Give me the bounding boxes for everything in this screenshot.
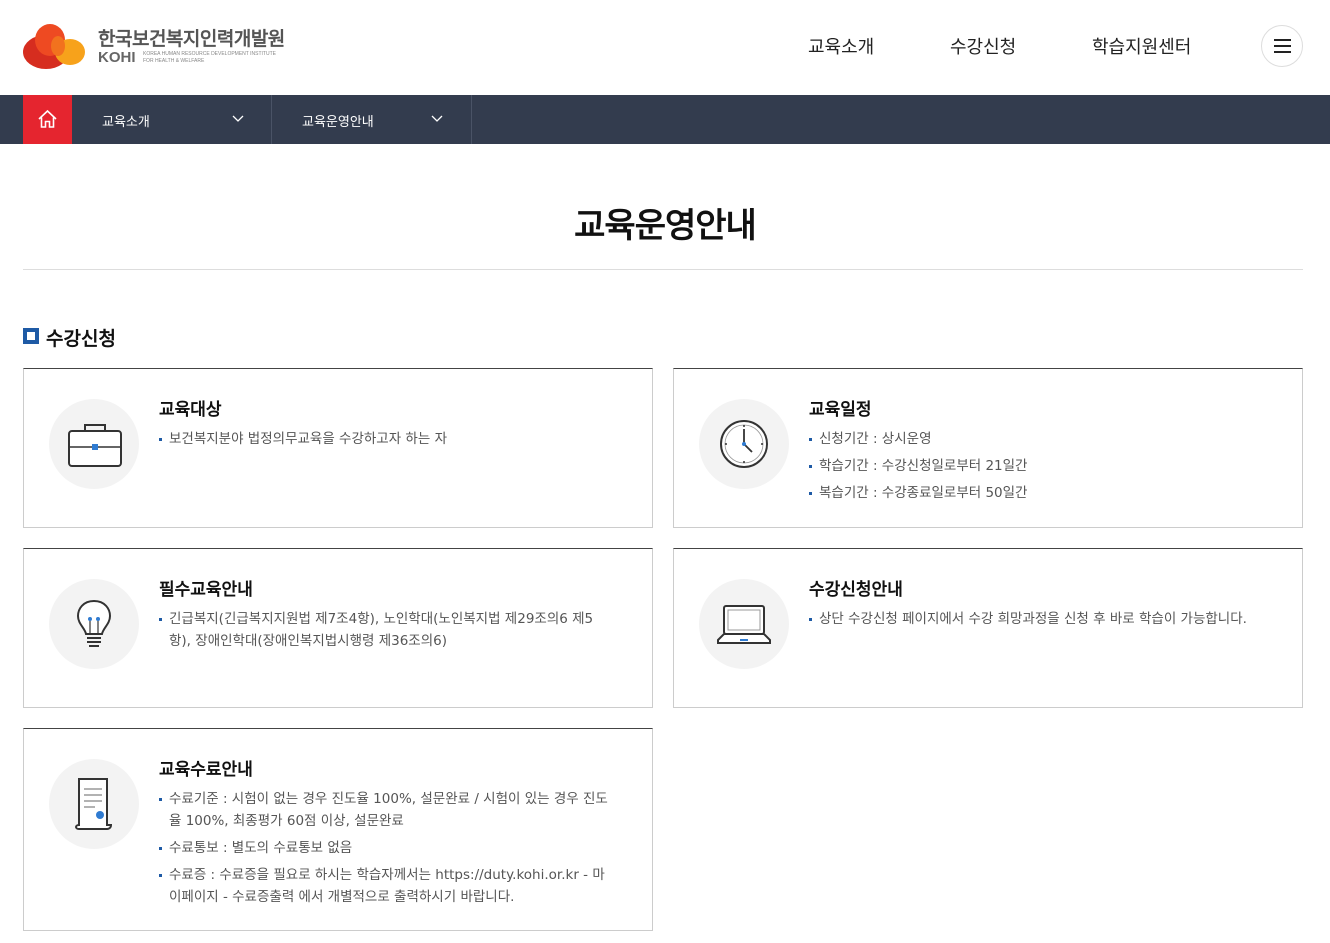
card-icon-circle [699, 579, 789, 669]
logo-english-abbr: KOHI [98, 49, 136, 66]
card-list: 상단 수강신청 페이지에서 수강 희망과정을 신청 후 바로 학습이 가능합니다… [809, 608, 1264, 635]
info-card-schedule: 교육일정 신청기간 : 상시운영 학습기간 : 수강신청일로부터 21일간 복습… [673, 368, 1303, 528]
lightbulb-icon [76, 599, 112, 647]
briefcase-icon [68, 424, 122, 467]
card-list: 수료기준 : 시험이 없는 경우 진도율 100%, 설문완료 / 시험이 있는… [159, 788, 614, 913]
card-title: 수강신청안내 [809, 580, 903, 600]
list-item: 학습기간 : 수강신청일로부터 21일간 [809, 455, 1264, 477]
breadcrumb-dropdown-operation-guide[interactable]: 교육운영안내 [272, 95, 472, 144]
hamburger-menu-button[interactable] [1261, 25, 1303, 67]
list-item: 수료통보 : 별도의 수료통보 없음 [159, 837, 614, 859]
page-title: 교육운영안내 [574, 206, 757, 246]
breadcrumb-label: 교육소개 [102, 115, 150, 130]
info-card-completion-guide: 교육수료안내 수료기준 : 시험이 없는 경우 진도율 100%, 설문완료 /… [23, 728, 653, 931]
info-card-target: 교육대상 보건복지분야 법정의무교육을 수강하고자 하는 자 [23, 368, 653, 528]
section-title: 수강신청 [46, 328, 116, 350]
home-icon [38, 109, 57, 128]
info-card-registration-guide: 수강신청안내 상단 수강신청 페이지에서 수강 희망과정을 신청 후 바로 학습… [673, 548, 1303, 708]
card-list: 신청기간 : 상시운영 학습기간 : 수강신청일로부터 21일간 복습기간 : … [809, 428, 1264, 509]
breadcrumb-label: 교육운영안내 [302, 115, 374, 130]
card-list: 긴급복지(긴급복지지원법 제7조4항), 노인학대(노인복지법 제29조의6 제… [159, 608, 614, 657]
list-item: 긴급복지(긴급복지지원법 제7조4항), 노인학대(노인복지법 제29조의6 제… [159, 608, 614, 652]
section-bullet-icon [23, 328, 39, 344]
card-icon-circle [49, 399, 139, 489]
logo-english-name: KOREA HUMAN RESOURCE DEVELOPMENT INSTITU… [143, 51, 276, 64]
laptop-icon [717, 605, 771, 644]
list-item: 상단 수강신청 페이지에서 수강 희망과정을 신청 후 바로 학습이 가능합니다… [809, 608, 1264, 630]
logo-korean-name: 한국보건복지인력개발원 [98, 28, 285, 50]
card-title: 교육대상 [159, 400, 222, 420]
hamburger-line [1274, 45, 1291, 47]
card-title: 필수교육안내 [159, 580, 253, 600]
list-item: 복습기간 : 수강종료일로부터 50일간 [809, 482, 1264, 504]
nav-item-learning-support[interactable]: 학습지원센터 [1092, 33, 1191, 59]
title-divider [23, 269, 1303, 270]
chevron-down-icon [232, 115, 244, 122]
list-item: 보건복지분야 법정의무교육을 수강하고자 하는 자 [159, 428, 614, 450]
list-item: 수료기준 : 시험이 없는 경우 진도율 100%, 설문완료 / 시험이 있는… [159, 788, 614, 832]
clock-icon [720, 420, 768, 468]
chevron-down-icon [431, 115, 443, 122]
hamburger-line [1274, 39, 1291, 41]
home-button[interactable] [23, 95, 72, 144]
info-card-required-education: 필수교육안내 긴급복지(긴급복지지원법 제7조4항), 노인학대(노인복지법 제… [23, 548, 653, 708]
list-item: 신청기간 : 상시운영 [809, 428, 1264, 450]
list-item: 수료증 : 수료증을 필요로 하시는 학습자께서는 https://duty.k… [159, 864, 614, 908]
site-header: 한국보건복지인력개발원 KOHI KOREA HUMAN RESOURCE DE… [0, 0, 1330, 95]
card-title: 교육수료안내 [159, 760, 253, 780]
certificate-icon [75, 778, 113, 830]
hamburger-line [1274, 51, 1291, 53]
card-icon-circle [699, 399, 789, 489]
breadcrumb-bar: 교육소개 교육운영안내 [0, 95, 1330, 144]
card-icon-circle [49, 759, 139, 849]
logo-mark-icon [23, 24, 85, 69]
nav-item-education-intro[interactable]: 교육소개 [808, 33, 874, 59]
card-icon-circle [49, 579, 139, 669]
card-title: 교육일정 [809, 400, 872, 420]
breadcrumb-dropdown-education-intro[interactable]: 교육소개 [72, 95, 272, 144]
nav-item-course-registration[interactable]: 수강신청 [950, 33, 1016, 59]
site-logo[interactable]: 한국보건복지인력개발원 KOHI KOREA HUMAN RESOURCE DE… [22, 20, 292, 72]
card-list: 보건복지분야 법정의무교육을 수강하고자 하는 자 [159, 428, 614, 455]
